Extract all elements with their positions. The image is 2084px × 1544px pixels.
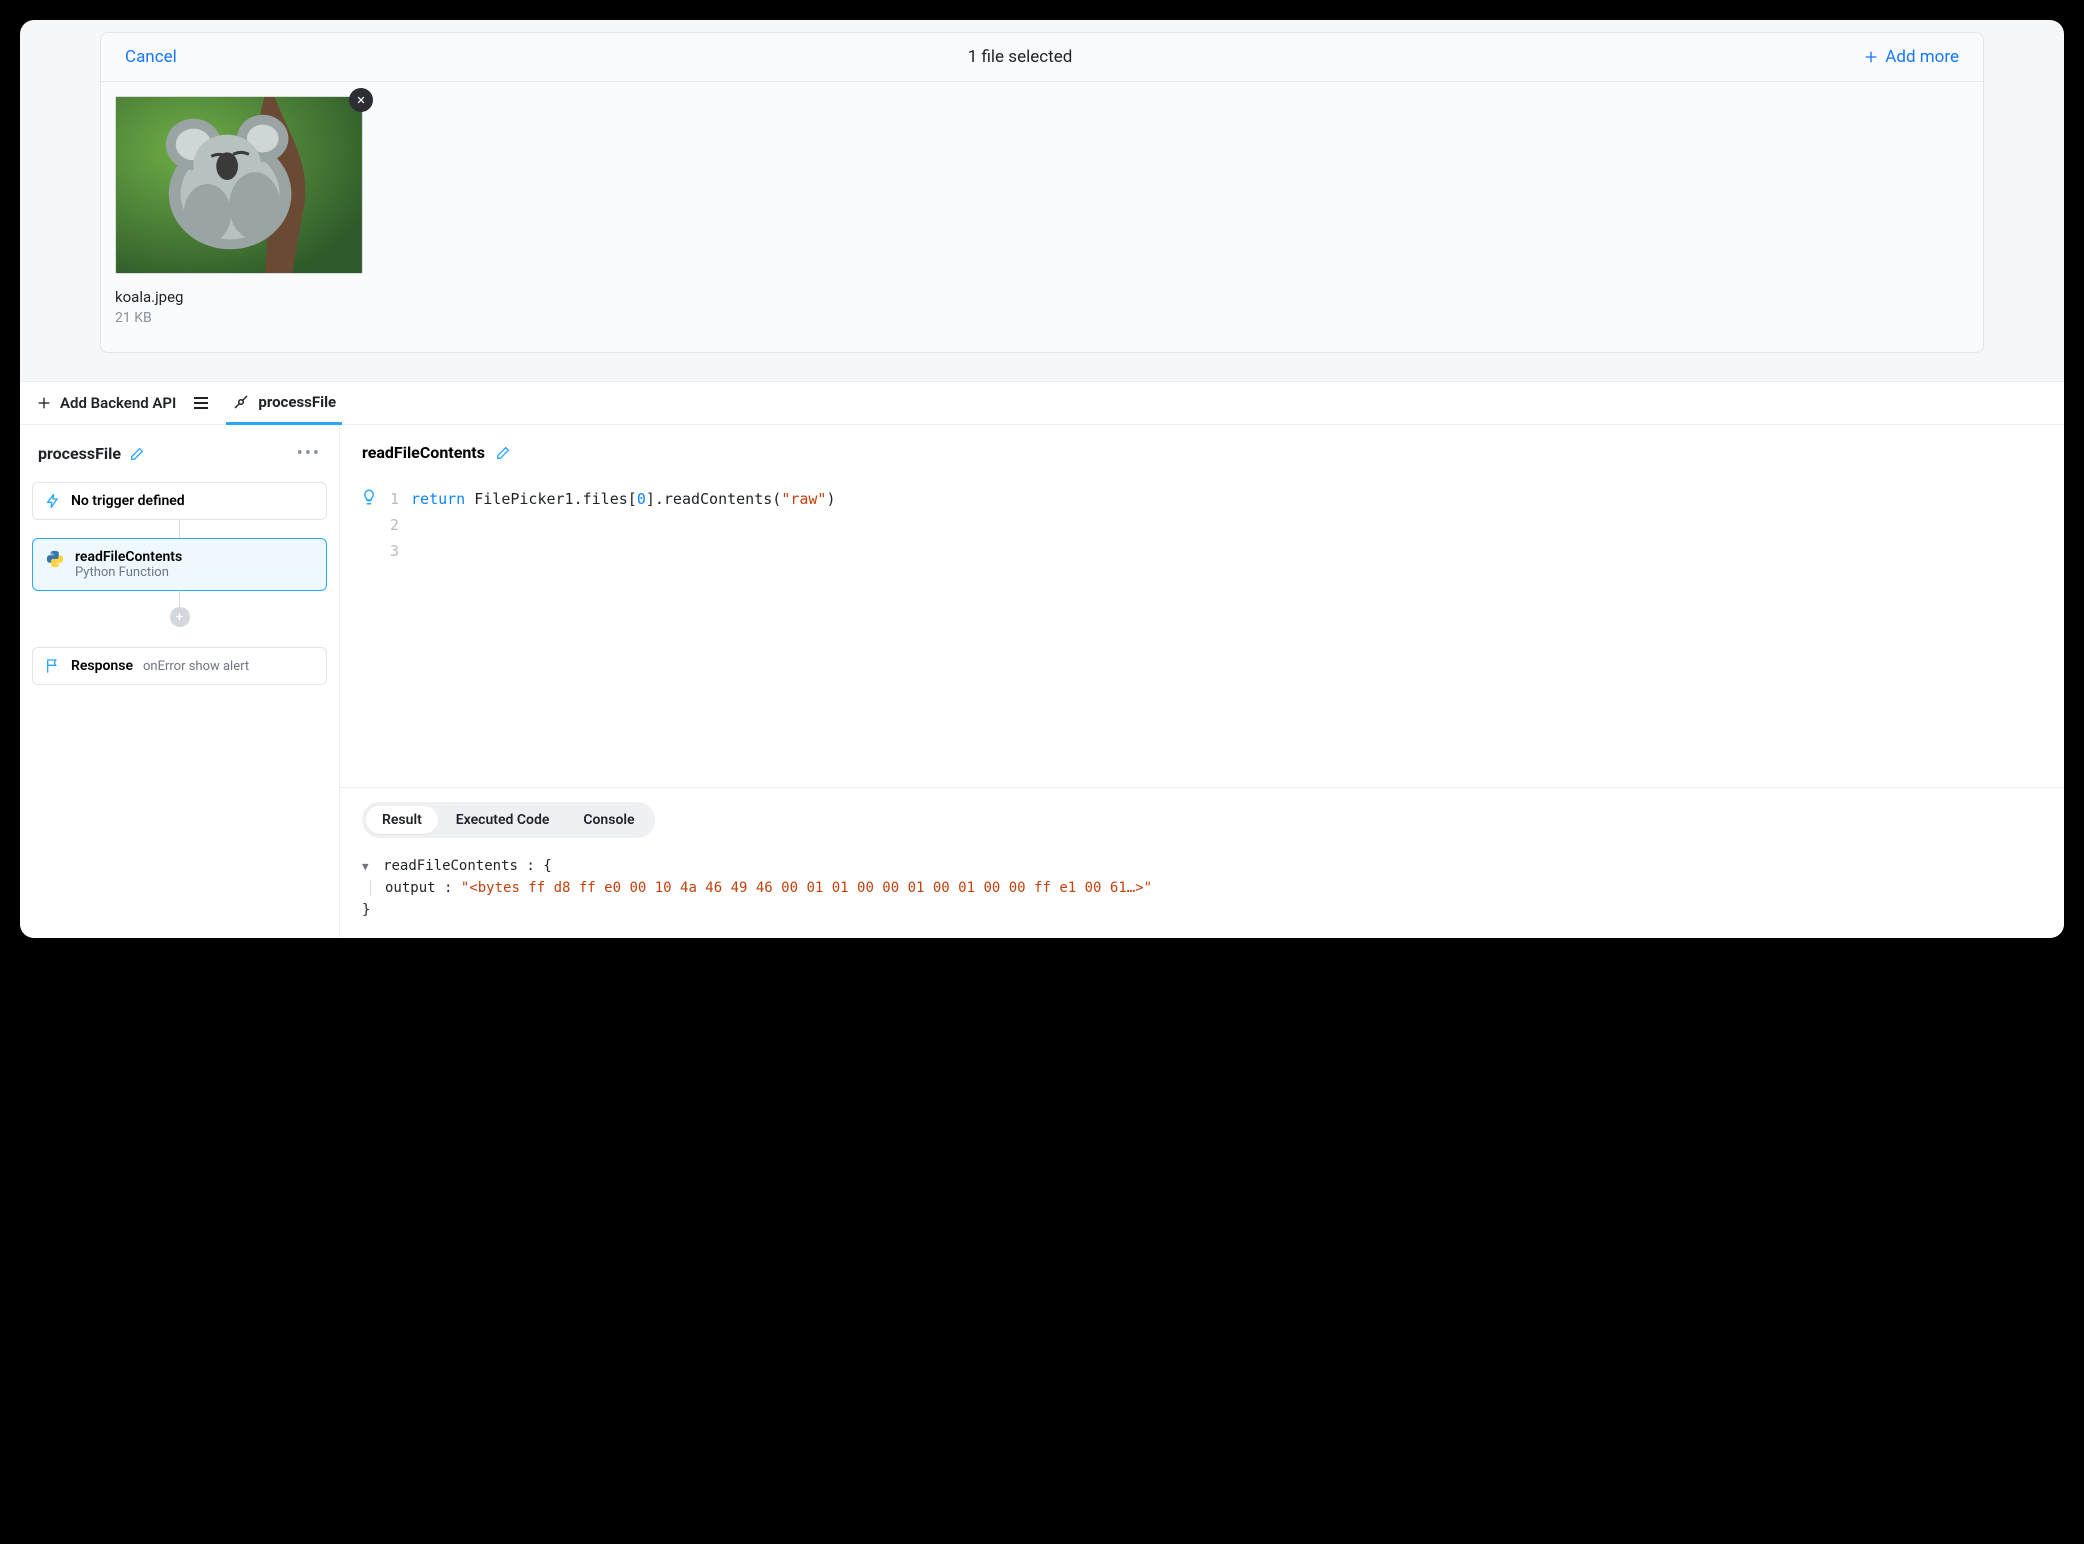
step-type: Python Function	[75, 565, 182, 580]
connector	[179, 520, 180, 538]
token-ident: .files[	[574, 490, 637, 508]
editor-title[interactable]: readFileContents	[362, 443, 485, 462]
token-keyword: return	[411, 490, 465, 508]
token-ident: )	[826, 490, 835, 508]
response-label: Response	[71, 658, 133, 674]
file-name: koala.jpeg	[115, 288, 365, 306]
tab-label: processFile	[258, 393, 336, 411]
results-tab-console[interactable]: Console	[567, 806, 650, 834]
line-gutter: 1 2 3	[390, 486, 399, 564]
line-number: 3	[390, 538, 399, 564]
line-number: 1	[390, 486, 399, 512]
picker-body: koala.jpeg 21 KB	[101, 82, 1983, 352]
flow-name-text: processFile	[38, 444, 121, 463]
response-node[interactable]: Response onError show alert	[32, 647, 327, 685]
results-tab-group: Result Executed Code Console	[362, 802, 655, 838]
cancel-button[interactable]: Cancel	[125, 47, 177, 67]
step-text: readFileContents Python Function	[75, 549, 182, 580]
trigger-node[interactable]: No trigger defined	[32, 482, 327, 520]
bolt-icon	[45, 493, 61, 509]
add-more-label: Add more	[1885, 47, 1959, 67]
step-node[interactable]: readFileContents Python Function	[32, 538, 327, 591]
add-more-button[interactable]: Add more	[1863, 47, 1959, 67]
more-menu-button[interactable]: •••	[297, 443, 321, 464]
main-area: processFile ••• No trigger defined readF…	[20, 425, 2064, 938]
results-tab-result[interactable]: Result	[366, 806, 438, 834]
caret-down-icon[interactable]: ▼	[362, 860, 369, 873]
file-size: 21 KB	[115, 310, 365, 326]
file-picker-container: Cancel 1 file selected Add more	[20, 20, 2064, 353]
line-number: 2	[390, 512, 399, 538]
token-number: 0	[637, 490, 646, 508]
flow-title-row: processFile •••	[32, 443, 327, 464]
code-line-1: return FilePicker1.files[0].readContents…	[411, 486, 835, 512]
editor-panel: readFileContents 1 2 3 return FilePicker…	[340, 425, 2064, 938]
python-icon	[45, 549, 65, 569]
tab-processfile[interactable]: processFile	[226, 381, 342, 425]
menu-icon[interactable]	[194, 397, 208, 409]
app-root: Cancel 1 file selected Add more	[20, 20, 2064, 938]
code-lines[interactable]: return FilePicker1.files[0].readContents…	[411, 486, 835, 564]
brace-close: }	[362, 902, 2042, 918]
plus-icon	[1863, 49, 1879, 65]
file-card[interactable]: koala.jpeg 21 KB	[115, 96, 365, 326]
add-backend-api-label: Add Backend API	[60, 394, 176, 412]
lightbulb-icon[interactable]	[360, 488, 378, 506]
add-backend-api-button[interactable]: Add Backend API	[36, 394, 176, 412]
edit-icon[interactable]	[129, 446, 145, 462]
flow-panel: processFile ••• No trigger defined readF…	[20, 425, 340, 938]
results-toolbar: Result Executed Code Console	[340, 787, 2064, 848]
result-key: readFileContents	[383, 858, 518, 874]
result-row-header[interactable]: ▼ readFileContents : {	[362, 858, 2042, 874]
step-name: readFileContents	[75, 549, 182, 565]
close-icon	[356, 95, 366, 105]
code-editor[interactable]: 1 2 3 return FilePicker1.files[0].readCo…	[340, 480, 2064, 564]
file-picker-panel: Cancel 1 file selected Add more	[100, 32, 1984, 353]
token-ident: FilePicker1	[474, 490, 573, 508]
token-ident: ].readContents(	[646, 490, 781, 508]
trigger-label: No trigger defined	[71, 493, 185, 509]
response-detail: onError show alert	[143, 659, 249, 674]
picker-header: Cancel 1 file selected Add more	[101, 33, 1983, 82]
result-output-line: output : "<bytes ff d8 ff e0 00 10 4a 46…	[370, 880, 2042, 896]
result-body: ▼ readFileContents : { output : "<bytes …	[340, 848, 2064, 938]
output-value: "<bytes ff d8 ff e0 00 10 4a 46 49 46 00…	[461, 880, 1152, 896]
flow-name[interactable]: processFile	[38, 444, 145, 463]
file-thumbnail	[115, 96, 363, 274]
brace-open: : {	[526, 858, 551, 874]
flag-icon	[45, 658, 61, 674]
plug-icon	[232, 393, 250, 411]
editor-header: readFileContents	[340, 425, 2064, 480]
picker-title: 1 file selected	[968, 47, 1073, 67]
remove-file-button[interactable]	[349, 88, 373, 112]
results-tab-code[interactable]: Executed Code	[440, 806, 566, 834]
api-toolbar: Add Backend API processFile	[20, 381, 2064, 425]
edit-icon[interactable]	[495, 445, 511, 461]
add-step-button[interactable]: +	[170, 607, 190, 627]
plus-icon	[36, 395, 52, 411]
koala-image	[116, 97, 362, 273]
token-string: "raw"	[781, 490, 826, 508]
output-key: output :	[385, 880, 452, 896]
